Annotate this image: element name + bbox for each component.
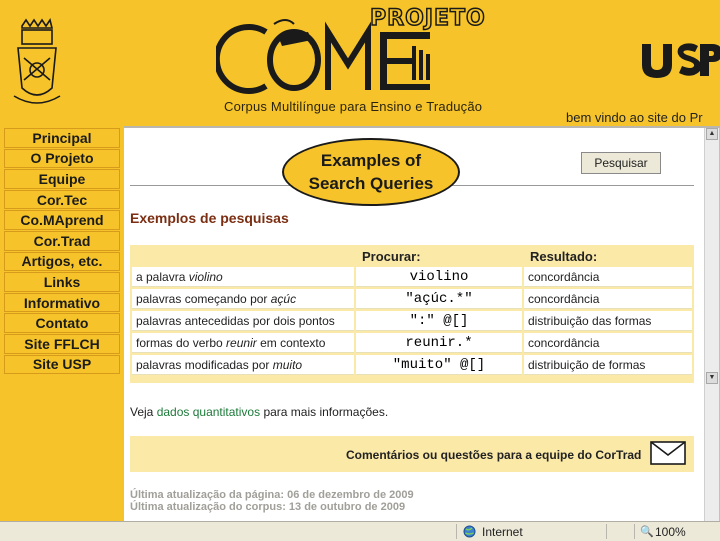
table-row: a palavra violino violino concordância xyxy=(132,267,692,287)
example-result: concordância xyxy=(524,333,692,353)
callout-line-1: Examples of xyxy=(320,151,422,170)
example-term: violino xyxy=(188,269,223,284)
security-zone-label: Internet xyxy=(482,525,523,539)
scroll-up-arrow-icon[interactable]: ▲ xyxy=(706,128,718,140)
example-result: distribuição de formas xyxy=(524,355,692,375)
browser-status-bar: Internet 🔍 100% xyxy=(0,521,720,541)
table-header-blank xyxy=(132,247,354,265)
example-query[interactable]: violino xyxy=(356,267,522,287)
callout-bubble: Examples of Search Queries xyxy=(282,138,460,206)
sidebar-item-links[interactable]: Links xyxy=(4,272,120,292)
status-divider xyxy=(456,524,457,539)
example-query[interactable]: reunir.* xyxy=(356,333,522,353)
comments-link[interactable]: Comentários ou questões para a equipe do… xyxy=(346,448,641,462)
example-query[interactable]: "açúc.*" xyxy=(356,289,522,309)
sidebar-item-comaprend[interactable]: Co.MAprend xyxy=(4,210,120,230)
example-term: açúc xyxy=(270,291,297,306)
quantitative-data-link[interactable]: dados quantitativos xyxy=(157,405,260,419)
sidebar-nav: Principal O Projeto Equipe Cor.Tec Co.MA… xyxy=(4,128,120,375)
sidebar-item-cortec[interactable]: Cor.Tec xyxy=(4,189,120,210)
example-query[interactable]: "muito" @[] xyxy=(356,355,522,375)
comments-bar: Comentários ou questões para a equipe do… xyxy=(130,436,694,472)
examples-table: Procurar: Resultado: a palavra violino v… xyxy=(130,245,694,377)
comet-mouse-logo-icon xyxy=(216,19,430,94)
sidebar-item-site-fflch[interactable]: Site FFLCH xyxy=(4,333,120,354)
crest-logo-icon xyxy=(13,18,61,104)
comet-subtitle: Corpus Multilíngue para Ensino e Traduçã… xyxy=(224,99,483,114)
sidebar-item-artigos[interactable]: Artigos, etc. xyxy=(4,251,120,272)
sidebar-item-o-projeto[interactable]: O Projeto xyxy=(4,148,120,169)
table-header-result: Resultado: xyxy=(524,247,692,265)
sidebar-item-principal[interactable]: Principal xyxy=(4,128,120,148)
table-header-search: Procurar: xyxy=(356,247,522,265)
example-result: distribuição das formas xyxy=(524,311,692,331)
welcome-text: bem vindo ao site do Pr xyxy=(566,110,703,125)
more-info-text: Veja dados quantitativos para mais infor… xyxy=(130,405,389,419)
example-description: palavras começando por açúc xyxy=(132,289,354,309)
example-term: muito xyxy=(272,357,303,372)
sidebar-item-contato[interactable]: Contato xyxy=(4,313,120,333)
corpus-update-date: Última atualização do corpus: 13 de outu… xyxy=(130,501,406,513)
example-result: concordância xyxy=(524,267,692,287)
site-header: PROJETO Corpus Multilíngue para Ensino e… xyxy=(0,0,720,128)
envelope-icon[interactable] xyxy=(650,441,686,465)
table-row: palavras começando por açúc "açúc.*" con… xyxy=(132,289,692,309)
usp-logo-icon xyxy=(642,43,720,78)
search-button[interactable]: Pesquisar xyxy=(581,152,661,174)
example-description: formas do verbo reunir em contexto xyxy=(132,333,354,353)
table-row: palavras antecedidas por dois pontos ":"… xyxy=(132,311,692,331)
page-update-date: Última atualização da página: 06 de deze… xyxy=(130,489,414,501)
callout-line-2: Search Queries xyxy=(308,174,434,193)
status-divider xyxy=(634,524,635,539)
example-description: palavras modificadas por muito xyxy=(132,355,354,375)
sidebar-item-site-usp[interactable]: Site USP xyxy=(4,354,120,375)
example-query[interactable]: ":" @[] xyxy=(356,311,522,331)
zoom-icon[interactable]: 🔍 xyxy=(640,525,654,538)
sidebar-item-equipe[interactable]: Equipe xyxy=(4,169,120,189)
table-row: formas do verbo reunir em contexto reuni… xyxy=(132,333,692,353)
zoom-level[interactable]: 100% xyxy=(655,525,686,539)
example-term: reunir xyxy=(226,335,257,350)
status-divider xyxy=(606,524,607,539)
globe-icon xyxy=(463,525,476,538)
sidebar-item-cortrad[interactable]: Cor.Trad xyxy=(4,230,120,251)
sidebar-item-informativo[interactable]: Informativo xyxy=(4,292,120,313)
section-title: Exemplos de pesquisas xyxy=(130,210,289,226)
example-description: a palavra violino xyxy=(132,267,354,287)
vertical-scrollbar[interactable]: ▲ ▼ xyxy=(704,128,719,521)
table-row: palavras modificadas por muito "muito" @… xyxy=(132,355,692,375)
example-description: palavras antecedidas por dois pontos xyxy=(132,311,354,331)
scroll-down-arrow-icon[interactable]: ▼ xyxy=(706,372,718,384)
example-result: concordância xyxy=(524,289,692,309)
